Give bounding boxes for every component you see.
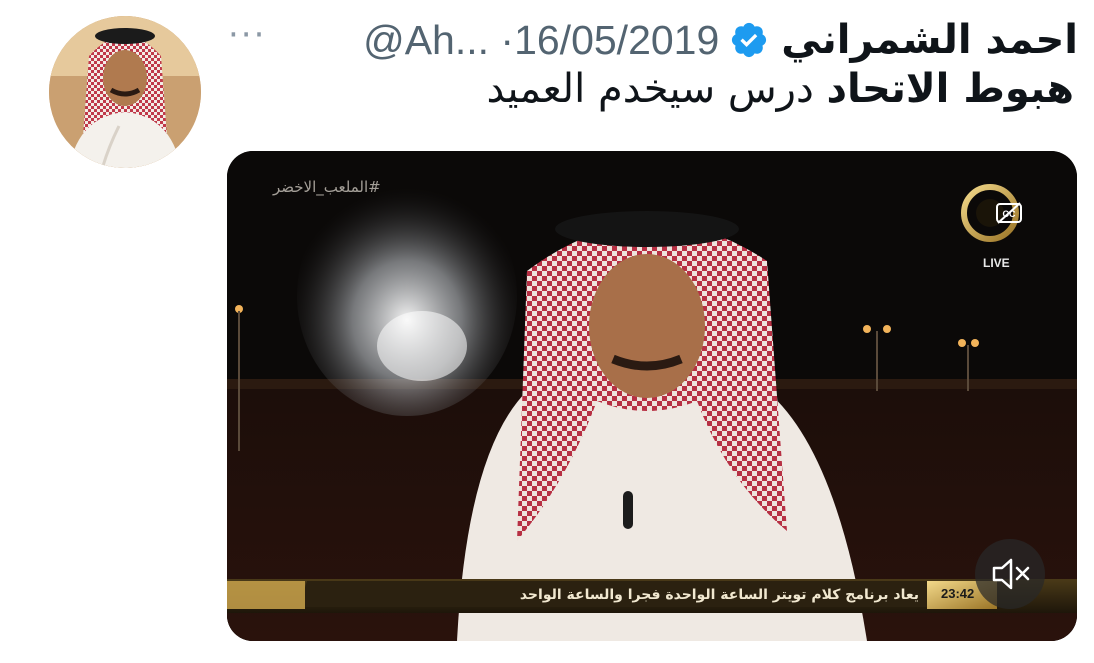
handle-and-date[interactable]: @Ah... ·16/05/2019 bbox=[363, 17, 719, 64]
author-name[interactable]: احمد الشمراني bbox=[781, 17, 1078, 63]
broadcast-clock: 23:42 bbox=[941, 586, 975, 601]
avatar-portrait bbox=[49, 16, 201, 168]
mute-toggle-button[interactable] bbox=[975, 539, 1045, 609]
video-frame bbox=[227, 151, 1077, 641]
more-options-icon[interactable]: ··· bbox=[228, 18, 288, 62]
speaker-muted-icon bbox=[992, 558, 1030, 590]
video-hashtag-overlay: #الملعب_الاخضر bbox=[273, 178, 381, 196]
video-player[interactable]: #الملعب_الاخضر CC LIVE يعاد برنامج كلام … bbox=[227, 151, 1077, 641]
tweet-header: ··· @Ah... ·16/05/2019 احمد الشمراني bbox=[228, 10, 1078, 70]
news-ticker: يعاد برنامج كلام تويتر الساعة الواحدة فج… bbox=[519, 587, 919, 603]
live-badge: LIVE bbox=[983, 256, 1010, 270]
closed-captions-icon[interactable]: CC bbox=[995, 201, 1023, 225]
tweet-text-bold: هبوط الاتحاد bbox=[826, 66, 1075, 112]
tweet[interactable]: ··· @Ah... ·16/05/2019 احمد الشمراني هبو… bbox=[0, 0, 1094, 663]
verified-badge-icon bbox=[732, 22, 767, 58]
tweet-text-rest: درس سيخدم العميد bbox=[486, 66, 827, 112]
tweet-text: هبوط الاتحاد درس سيخدم العميد bbox=[486, 66, 1074, 112]
avatar[interactable] bbox=[49, 16, 201, 168]
